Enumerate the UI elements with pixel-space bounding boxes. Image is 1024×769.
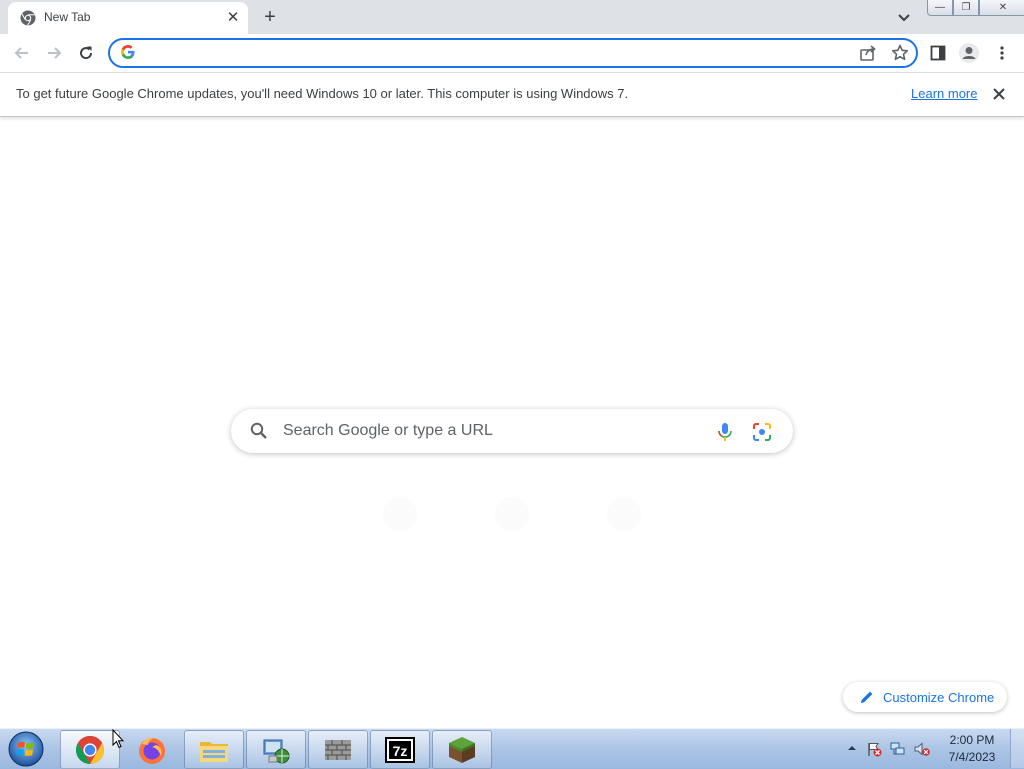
close-window-button[interactable]: ✕ — [979, 0, 1024, 16]
back-button[interactable] — [10, 41, 34, 65]
7zip-icon: 7z — [385, 736, 415, 763]
infobar-close-button[interactable] — [988, 83, 1010, 105]
reload-button[interactable] — [74, 41, 98, 65]
taskbar-file-explorer[interactable] — [184, 730, 244, 769]
search-icon — [250, 422, 267, 439]
forward-arrow-icon — [48, 47, 62, 59]
chrome-menu-button[interactable] — [990, 41, 1014, 65]
bookmark-star-icon[interactable] — [890, 43, 910, 63]
action-center-flag-icon[interactable] — [866, 741, 882, 757]
close-icon — [993, 88, 1005, 100]
pencil-icon — [861, 691, 873, 703]
show-hidden-icons-arrow-icon[interactable] — [846, 742, 858, 754]
more-vert-icon — [1000, 46, 1004, 60]
tab-new-tab[interactable]: New Tab ✕ — [8, 2, 248, 34]
browser-toolbar — [0, 34, 1024, 72]
taskbar-minecraft[interactable] — [432, 730, 492, 769]
side-panel-icon — [930, 45, 946, 61]
network-status-icon[interactable] — [890, 741, 906, 757]
tray-clock-date[interactable]: 7/4/2023 — [945, 750, 999, 764]
minimize-button[interactable]: — — [927, 0, 953, 16]
voice-search-mic-icon[interactable] — [715, 421, 735, 443]
tab-title: New Tab — [44, 10, 91, 24]
tray-clock-time[interactable]: 2:00 PM — [945, 733, 999, 747]
tab-search-chevron-icon[interactable] — [894, 7, 914, 27]
network-settings-icon — [263, 739, 290, 763]
infobar-message: To get future Google Chrome updates, you… — [16, 86, 629, 101]
taskbar-network-settings[interactable] — [246, 730, 306, 769]
tab-close-button[interactable]: ✕ — [224, 9, 242, 27]
taskbar-7zip[interactable]: 7z — [370, 730, 430, 769]
window-controls: — ❐ ✕ — [927, 0, 1024, 18]
address-input[interactable] — [144, 43, 848, 65]
customize-chrome-label: Customize Chrome — [883, 690, 995, 705]
taskbar-chrome[interactable] — [60, 730, 120, 769]
learn-more-link[interactable]: Learn more — [911, 86, 977, 101]
shortcut-tile[interactable] — [607, 497, 641, 531]
chrome-favicon-icon — [20, 10, 36, 26]
profile-avatar-icon — [959, 43, 979, 63]
file-explorer-icon — [200, 741, 228, 762]
reload-icon — [80, 46, 93, 60]
forward-button[interactable] — [42, 41, 66, 65]
minecraft-icon — [449, 736, 475, 763]
show-desktop-button[interactable] — [1010, 729, 1024, 768]
ntp-search-placeholder: Search Google or type a URL — [283, 422, 493, 439]
update-infobar: To get future Google Chrome updates, you… — [0, 72, 1024, 117]
taskbar-firefox[interactable] — [122, 730, 182, 769]
google-lens-icon[interactable] — [751, 421, 773, 443]
mouse-cursor-icon — [112, 729, 124, 749]
share-icon[interactable] — [858, 43, 878, 63]
svg-text:7z: 7z — [393, 743, 408, 759]
volume-muted-icon[interactable] — [914, 741, 930, 757]
ntp-search-box[interactable]: Search Google or type a URL — [231, 409, 793, 453]
firewall-icon — [325, 739, 351, 760]
profile-button[interactable] — [957, 41, 981, 65]
start-button-windows-orb-icon[interactable] — [6, 730, 46, 768]
back-arrow-icon — [14, 47, 28, 59]
side-panel-button[interactable] — [926, 41, 950, 65]
chrome-icon — [76, 735, 104, 764]
windows-taskbar: 7z — [0, 728, 1024, 769]
taskbar-firewall[interactable] — [308, 730, 368, 769]
address-bar[interactable] — [108, 38, 918, 68]
shortcut-tile[interactable] — [383, 497, 417, 531]
restore-button[interactable]: ❐ — [953, 0, 979, 16]
new-tab-button[interactable]: + — [258, 5, 282, 29]
customize-chrome-button[interactable]: Customize Chrome — [843, 682, 1007, 712]
firefox-icon — [139, 737, 165, 764]
shortcut-tile[interactable] — [495, 497, 529, 531]
tab-strip: New Tab ✕ + — ❐ ✕ — [0, 0, 1024, 34]
google-g-icon — [121, 45, 135, 59]
